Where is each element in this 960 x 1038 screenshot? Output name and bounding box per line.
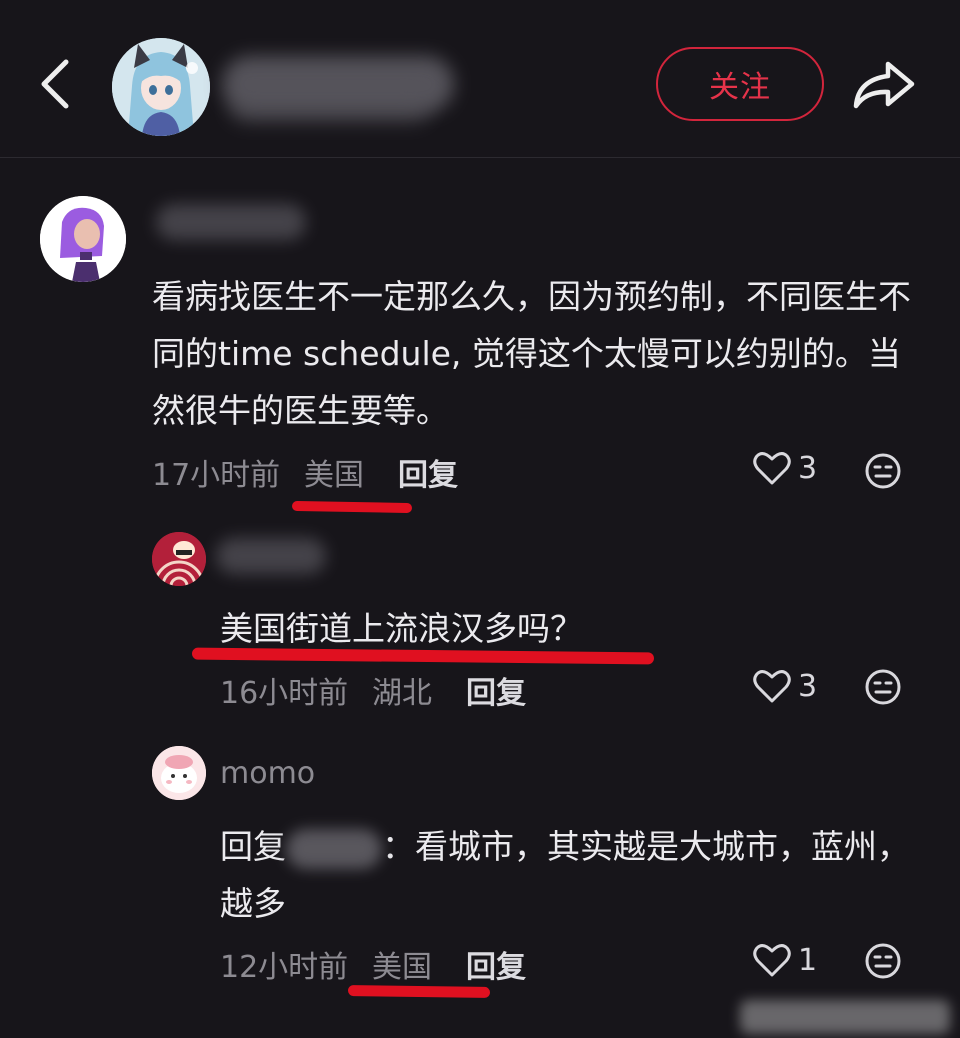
reply-button[interactable]: 回复 xyxy=(398,450,458,494)
neutral-face-icon xyxy=(865,669,901,705)
author-name-blurred-secondary xyxy=(230,92,430,122)
chevron-left-icon xyxy=(41,59,69,109)
watermark-blurred xyxy=(740,1000,950,1034)
comment-time: 12小时前 xyxy=(220,950,349,985)
reply-colon: ： xyxy=(382,827,415,866)
commenter-avatar[interactable] xyxy=(40,196,126,282)
commenter-name-blurred xyxy=(156,204,306,240)
top-bar: 关注 xyxy=(0,0,960,158)
anime-girl-avatar-icon xyxy=(112,38,210,136)
emoji-react-button[interactable] xyxy=(864,942,902,984)
comment-location: 美国 xyxy=(304,458,364,493)
red-underline-annotation xyxy=(291,500,413,514)
purple-hair-avatar-icon xyxy=(40,196,126,282)
share-arrow-icon xyxy=(853,61,915,109)
comment-location: 美国 xyxy=(372,950,432,985)
comment-location: 湖北 xyxy=(372,676,432,711)
comment-text: 美国街道上流浪汉多吗？ xyxy=(220,609,583,648)
author-avatar[interactable] xyxy=(112,38,210,136)
heart-outline-icon xyxy=(753,670,791,703)
like-count: 3 xyxy=(798,668,818,704)
comment-time: 17小时前 xyxy=(152,458,281,493)
share-button[interactable] xyxy=(850,58,916,112)
red-underline-annotation xyxy=(191,647,655,665)
reply-button[interactable]: 回复 xyxy=(466,942,526,986)
like-button[interactable]: 3 xyxy=(752,666,817,706)
red-underline-annotation xyxy=(347,985,491,998)
replier-avatar[interactable] xyxy=(152,746,206,800)
heart-outline-icon xyxy=(753,944,791,977)
neutral-face-icon xyxy=(865,453,901,489)
like-button[interactable]: 3 xyxy=(752,448,817,488)
emoji-react-button[interactable] xyxy=(864,452,902,494)
comment-text: 回复 ：看城市，其实越是大城市，蓝州，越多 xyxy=(220,818,920,932)
like-count: 3 xyxy=(798,450,818,486)
neutral-face-icon xyxy=(865,943,901,979)
cute-character-avatar-icon xyxy=(152,746,206,800)
reply-target-name-blurred xyxy=(286,828,382,869)
like-count: 1 xyxy=(798,942,818,978)
reply-to-prefix: 回复 xyxy=(220,827,286,866)
red-ring-avatar-icon xyxy=(152,532,206,586)
follow-button[interactable]: 关注 xyxy=(656,47,824,121)
reply-button[interactable]: 回复 xyxy=(466,668,526,712)
heart-outline-icon xyxy=(753,452,791,485)
back-button[interactable] xyxy=(34,56,78,112)
like-button[interactable]: 1 xyxy=(752,940,817,980)
replier-name-blurred xyxy=(216,538,326,574)
replier-username[interactable]: momo xyxy=(220,756,315,791)
comment-time: 16小时前 xyxy=(220,676,349,711)
replier-avatar[interactable] xyxy=(152,532,206,586)
comment-text: 看病找医生不一定那么久，因为预约制，不同医生不同的time schedule, … xyxy=(152,277,911,430)
emoji-react-button[interactable] xyxy=(864,668,902,710)
